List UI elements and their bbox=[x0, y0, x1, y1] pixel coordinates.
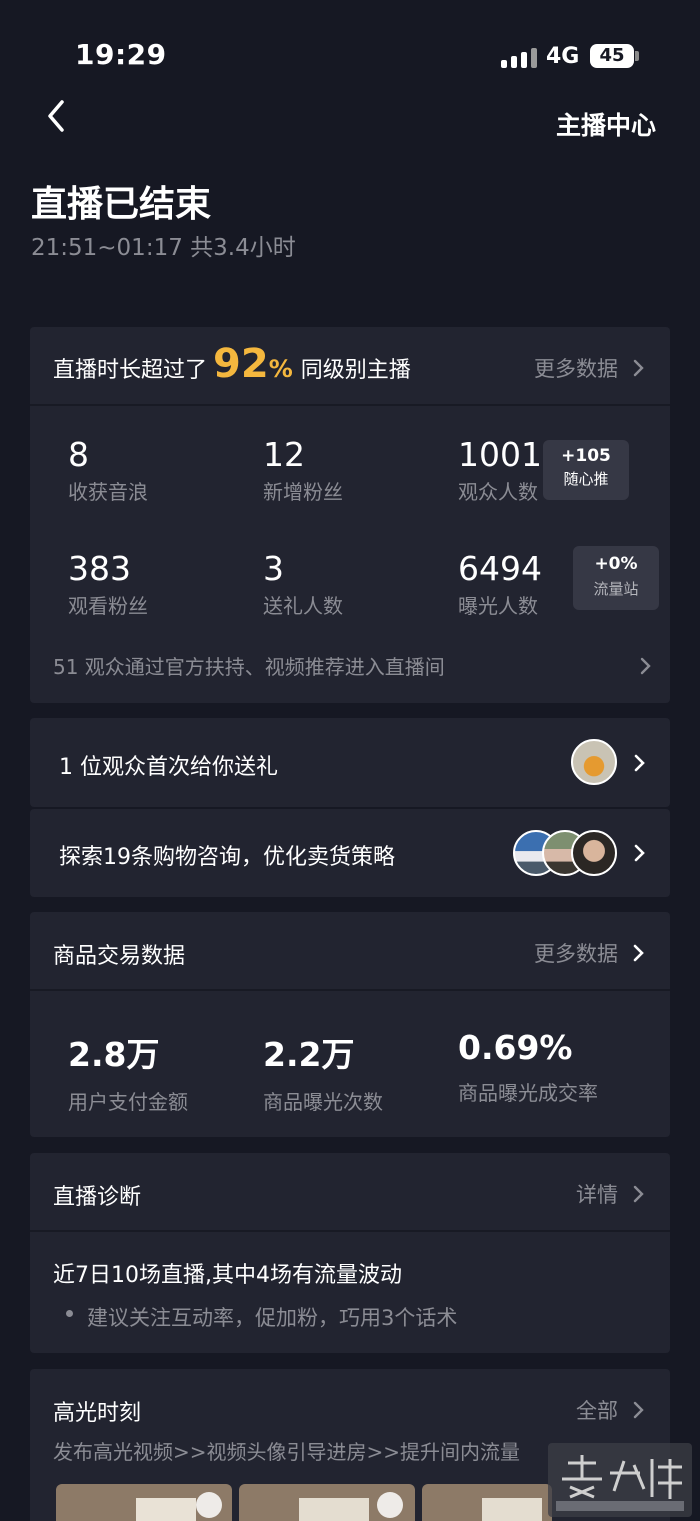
highlights-all-link[interactable]: 全部 bbox=[576, 1395, 646, 1425]
stat-exposure[interactable]: 6494 曝光人数 bbox=[458, 549, 542, 619]
stat-label: 送礼人数 bbox=[263, 594, 343, 618]
chevron-right-icon bbox=[634, 844, 645, 862]
highlight-thumbnail[interactable] bbox=[239, 1484, 415, 1521]
play-icon bbox=[377, 1492, 403, 1518]
stat-label: 商品曝光次数 bbox=[263, 1090, 383, 1114]
stat-label: 用户支付金额 bbox=[68, 1090, 188, 1114]
stat-label: 收获音浪 bbox=[68, 480, 148, 504]
stat-viewers[interactable]: 1001 观众人数 bbox=[458, 435, 542, 505]
thumbnail-frame bbox=[482, 1498, 542, 1521]
status-time: 19:29 bbox=[75, 38, 167, 71]
trade-title: 商品交易数据 bbox=[53, 944, 186, 969]
stat-value: 12 bbox=[263, 435, 305, 474]
thumbnail-frame bbox=[136, 1498, 196, 1521]
stat-value: 1001 bbox=[458, 435, 542, 474]
duration-rank: 直播时长超过了 92 % 同级别主播 bbox=[53, 341, 411, 387]
stat-value: 3 bbox=[263, 549, 284, 588]
stat-value: 6494 bbox=[458, 549, 542, 588]
more-data-label: 更多数据 bbox=[534, 942, 618, 966]
duration-prefix: 直播时长超过了 bbox=[53, 358, 208, 383]
chevron-right-icon bbox=[640, 657, 651, 674]
chevron-right-icon bbox=[633, 944, 644, 962]
chevron-right-icon bbox=[633, 359, 644, 377]
anchor-center-link[interactable]: 主播中心 bbox=[556, 106, 656, 142]
traffic-badge[interactable]: +0% 流量站 bbox=[573, 546, 659, 610]
live-time-range: 21:51~01:17 共3.4小时 bbox=[31, 235, 296, 261]
detail-label: 详情 bbox=[576, 1183, 618, 1207]
diagnosis-headline: 近7日10场直播,其中4场有流量波动 bbox=[53, 1263, 402, 1288]
stat-gift-givers[interactable]: 3 送礼人数 bbox=[263, 549, 343, 619]
live-summary-card: 直播时长超过了 92 % 同级别主播 更多数据 8 收获音浪 12 新增粉丝 1… bbox=[30, 327, 670, 703]
chevron-right-icon bbox=[634, 754, 645, 772]
highlight-thumbnail[interactable] bbox=[56, 1484, 232, 1521]
badge-value: +0% bbox=[594, 554, 638, 574]
highlights-desc: 发布高光视频>>视频头像引导进房>>提升间内流量 bbox=[53, 1440, 521, 1464]
chevron-right-icon bbox=[633, 1185, 644, 1203]
card-divider bbox=[30, 1230, 670, 1232]
stat-value: 2.8万 bbox=[68, 1035, 160, 1074]
stat-label: 观众人数 bbox=[458, 480, 538, 504]
stat-sound-waves[interactable]: 8 收获音浪 bbox=[68, 435, 148, 505]
diagnosis-detail-link[interactable]: 详情 bbox=[576, 1179, 646, 1209]
more-data-link[interactable]: 更多数据 bbox=[534, 353, 646, 383]
first-gift-row[interactable]: 1 位观众首次给你送礼 bbox=[30, 718, 670, 807]
thumbnail-frame bbox=[299, 1498, 369, 1521]
stat-watching-fans[interactable]: 383 观看粉丝 bbox=[68, 549, 148, 619]
battery-tip bbox=[635, 51, 639, 61]
percent-sign: % bbox=[268, 355, 293, 383]
badge-value: +105 bbox=[561, 446, 611, 466]
bullet-dot bbox=[66, 1310, 73, 1317]
stat-value: 2.2万 bbox=[263, 1035, 355, 1074]
all-label: 全部 bbox=[576, 1399, 618, 1423]
card-divider bbox=[30, 404, 670, 406]
diagnosis-tip: 建议关注互动率，促加粉，巧用3个话术 bbox=[87, 1306, 458, 1330]
promotion-badge[interactable]: +105 随心推 bbox=[543, 440, 629, 500]
stat-value: 8 bbox=[68, 435, 89, 474]
more-data-label: 更多数据 bbox=[534, 357, 618, 381]
page-title: 直播已结束 bbox=[31, 184, 212, 225]
stat-label: 观看粉丝 bbox=[68, 594, 148, 618]
highlights-title: 高光时刻 bbox=[53, 1401, 142, 1426]
badge-label: 流量站 bbox=[593, 580, 639, 598]
trade-stat-exposure[interactable]: 2.2万 商品曝光次数 bbox=[263, 1028, 383, 1115]
trade-stat-conversion[interactable]: 0.69% 商品曝光成交率 bbox=[458, 1028, 598, 1106]
live-diagnosis-card: 直播诊断 详情 近7日10场直播,其中4场有流量波动 建议关注互动率，促加粉，巧… bbox=[30, 1153, 670, 1353]
stat-value: 0.69% bbox=[458, 1028, 573, 1067]
battery-icon: 45 bbox=[590, 44, 634, 68]
stat-value: 383 bbox=[68, 549, 131, 588]
watermark-logo bbox=[548, 1443, 692, 1517]
signal-icon bbox=[501, 48, 537, 68]
avatar bbox=[571, 830, 617, 876]
shopping-consult-text: 探索19条购物咨询，优化卖货策略 bbox=[59, 845, 395, 870]
back-icon bbox=[48, 100, 64, 132]
first-gift-text: 1 位观众首次给你送礼 bbox=[59, 755, 278, 780]
stat-label: 曝光人数 bbox=[458, 594, 538, 618]
play-icon bbox=[196, 1492, 222, 1518]
badge-label: 随心推 bbox=[563, 470, 609, 488]
network-label: 4G bbox=[546, 44, 580, 69]
shopping-consult-row[interactable]: 探索19条购物咨询，优化卖货策略 bbox=[30, 809, 670, 897]
duration-suffix: 同级别主播 bbox=[300, 358, 411, 383]
stat-label: 商品曝光成交率 bbox=[458, 1081, 598, 1105]
trade-more-link[interactable]: 更多数据 bbox=[534, 938, 646, 968]
trade-data-card: 商品交易数据 更多数据 2.8万 用户支付金额 2.2万 商品曝光次数 0.69… bbox=[30, 912, 670, 1137]
duration-percent: 92 bbox=[213, 341, 269, 387]
card-divider bbox=[30, 989, 670, 991]
highlight-thumbnail[interactable] bbox=[422, 1484, 552, 1521]
stat-label: 新增粉丝 bbox=[263, 480, 343, 504]
diagnosis-title: 直播诊断 bbox=[53, 1185, 142, 1210]
avatar bbox=[571, 739, 617, 785]
trade-stat-payment[interactable]: 2.8万 用户支付金额 bbox=[68, 1028, 188, 1115]
official-traffic-row[interactable]: 51 观众通过官方扶持、视频推荐进入直播间 bbox=[53, 651, 653, 680]
official-traffic-text: 51 观众通过官方扶持、视频推荐进入直播间 bbox=[53, 655, 445, 679]
chevron-right-icon bbox=[633, 1401, 644, 1419]
back-button[interactable] bbox=[40, 96, 76, 136]
watermark-graphic bbox=[556, 1455, 684, 1511]
stat-new-fans[interactable]: 12 新增粉丝 bbox=[263, 435, 343, 505]
